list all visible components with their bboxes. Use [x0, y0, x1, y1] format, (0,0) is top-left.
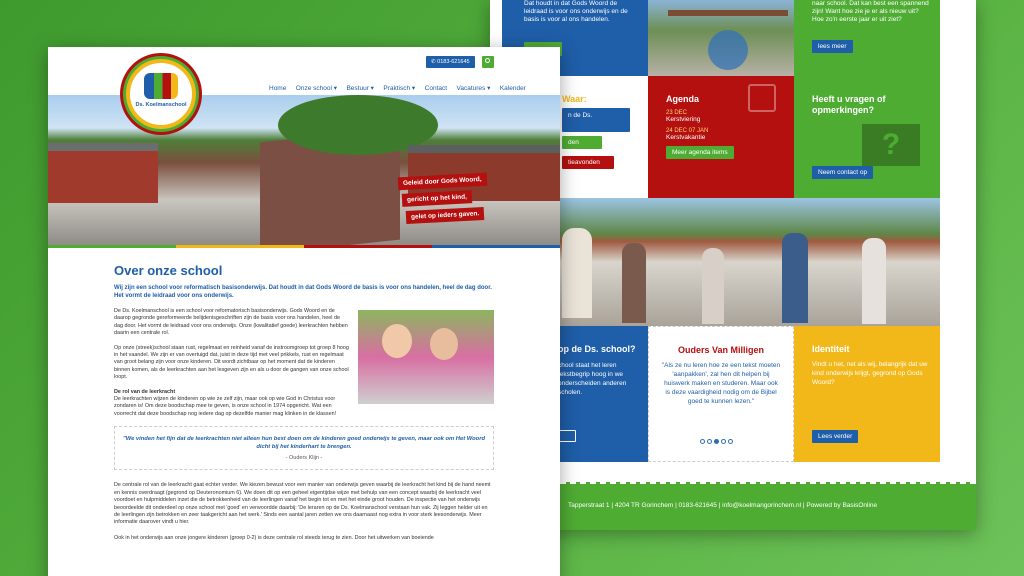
back-page-screenshot: Dat houdt in dat Gods Woord de leidraad …	[490, 0, 976, 530]
school-photo	[358, 310, 494, 404]
carousel-dot[interactable]	[721, 439, 726, 444]
hero-slogan: Geleid door Gods Woord, gericht op het k…	[397, 172, 487, 225]
logo-figures	[144, 73, 178, 99]
footer-text: Tapperstraat 1 | 4204 TR Gorinchem | 018…	[568, 502, 878, 509]
agenda-event-2: Kerstvakantie	[666, 134, 706, 141]
ds-school-title: op de Ds. school?	[558, 344, 636, 354]
left-tile-heading: Waar:	[562, 94, 587, 104]
left-item-3[interactable]: tieavonden	[562, 156, 614, 169]
page-title: Over onze school	[114, 263, 223, 278]
ds-school-text: chool staat het leren tekstbegrip hoog i…	[558, 362, 627, 396]
playground-photo-top	[648, 0, 794, 76]
vragen-title: Heeft u vragen of opmerkingen?	[812, 94, 886, 115]
phone-button[interactable]: ✆ 0183-621645	[426, 56, 475, 68]
paragraph-4: De centrale rol van de leerkracht gaat e…	[114, 482, 491, 526]
ouders-quote: "Als ze nu leren hoe ze een tekst moeten…	[661, 362, 781, 405]
identiteit-text: Vindt u het, net als wij, belangrijk dat…	[812, 361, 928, 386]
ouders-tile: Ouders Van Milligen "Als ze nu leren hoe…	[648, 326, 794, 462]
carousel-dot[interactable]	[728, 439, 733, 444]
right-edge	[940, 0, 976, 470]
hero-image: Geleid door Gods Woord, gericht op het k…	[48, 95, 560, 245]
carousel-dot-active[interactable]	[714, 439, 719, 444]
agenda-tile: Agenda 23 DEC Kerstviering 24 DEC 07 JAN…	[648, 76, 794, 198]
search-icon	[485, 58, 490, 63]
main-nav: Home Onze school ▾ Bestuur ▾ Praktisch ▾…	[264, 77, 526, 95]
nav-contact[interactable]: Contact	[425, 85, 447, 92]
identiteit-title: Identiteit	[812, 344, 850, 354]
playground-photo-wide	[502, 198, 940, 326]
main-content: Over onze school Wij zijn een school voo…	[114, 263, 494, 542]
school-building	[48, 143, 158, 203]
carousel-dot[interactable]	[700, 439, 705, 444]
calendar-icon	[748, 84, 776, 112]
nav-bestuur[interactable]: Bestuur ▾	[346, 85, 373, 92]
left-item-1[interactable]: n de Ds.	[562, 108, 630, 132]
vragen-tile: Heeft u vragen of opmerkingen? ? Neem co…	[794, 76, 940, 198]
hero-divider	[48, 245, 560, 248]
school-logo[interactable]: Ds. Koelmanschool	[126, 59, 196, 129]
lees-verder-button[interactable]: Lees verder	[812, 430, 859, 443]
tile-blue-top-text: Dat houdt in dat Gods Woord de leidraad …	[524, 0, 628, 23]
agenda-more-button[interactable]: Meer agenda items	[666, 146, 734, 159]
lees-meer-button[interactable]: lees meer	[812, 40, 853, 53]
footer-bar: Tapperstraat 1 | 4204 TR Gorinchem | 018…	[490, 482, 976, 530]
front-page-screenshot: Ds. Koelmanschool ✆ 0183-621645 Home Onz…	[48, 47, 560, 576]
carousel-dots[interactable]	[699, 439, 734, 446]
quote-source: - Ouders Klijn -	[285, 455, 323, 462]
phone-number: 0183-621645	[437, 59, 470, 65]
nav-praktisch[interactable]: Praktisch ▾	[383, 85, 415, 92]
left-item-2[interactable]: den	[562, 136, 602, 149]
agenda-event-1: Kerstviering	[666, 116, 701, 123]
neem-contact-button[interactable]: Neem contact op	[812, 166, 874, 179]
quote-text: "We vinden het fijn dat de leerkrachten …	[122, 436, 485, 451]
tile-green-top: naar school. Dat kan best een spannend z…	[794, 0, 940, 76]
site-header: Ds. Koelmanschool ✆ 0183-621645 Home Onz…	[48, 47, 560, 129]
intro-text: Wij zijn een school voor reformatisch ba…	[114, 285, 492, 299]
search-button[interactable]	[482, 56, 494, 68]
logo-name: Ds. Koelmanschool	[135, 102, 187, 108]
ds-school-button[interactable]	[558, 430, 576, 442]
carousel-dot[interactable]	[707, 439, 712, 444]
nav-kalender[interactable]: Kalender	[500, 85, 526, 92]
hero-line-3: gelet op ieders gaven.	[405, 206, 485, 225]
identiteit-tile: Identiteit Vindt u het, net als wij, bel…	[794, 326, 940, 462]
quote-box: "We vinden het fijn dat de leerkrachten …	[114, 426, 494, 471]
ouders-title: Ouders Van Milligen	[677, 345, 765, 355]
nav-vacatures[interactable]: Vacatures ▾	[457, 85, 491, 92]
nav-home[interactable]: Home	[269, 85, 286, 92]
paragraph-5: Ook in het onderwijs aan onze jongere ki…	[114, 534, 434, 541]
hero-line-2: gericht op het kind,	[401, 190, 473, 207]
hero-line-1: Geleid door Gods Woord,	[397, 172, 487, 191]
nav-onze-school[interactable]: Onze school ▾	[296, 85, 337, 92]
tile-green-top-text: naar school. Dat kan best een spannend z…	[812, 0, 929, 23]
question-icon: ?	[862, 124, 920, 166]
